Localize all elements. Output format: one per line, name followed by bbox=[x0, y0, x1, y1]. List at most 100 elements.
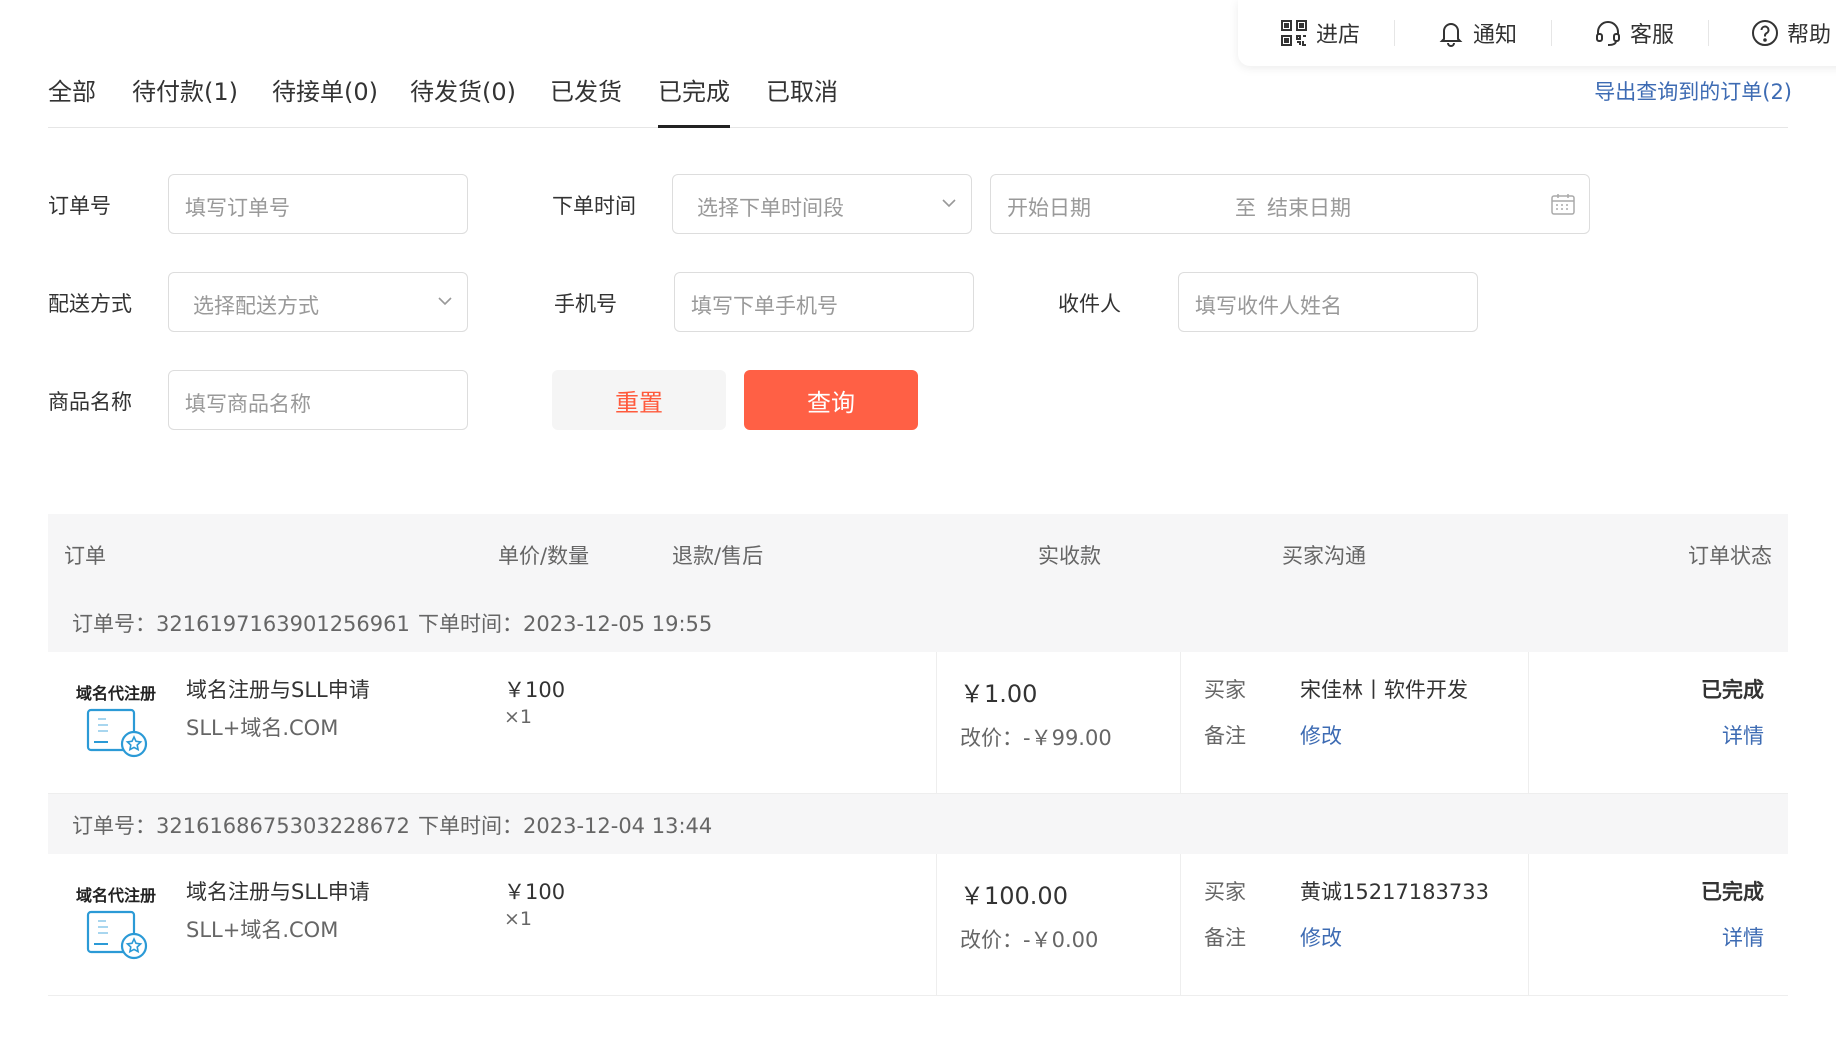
date-separator: 至 bbox=[1235, 196, 1256, 220]
end-date-placeholder: 结束日期 bbox=[1267, 196, 1351, 220]
unit-price: ￥100 bbox=[504, 678, 566, 702]
product-name[interactable]: 域名注册与SLL申请 bbox=[186, 876, 370, 906]
receiver-input[interactable]: 填写收件人姓名 bbox=[1178, 272, 1478, 332]
tab-pending-payment[interactable]: 待付款(1) bbox=[132, 72, 238, 128]
bell-icon bbox=[1437, 19, 1465, 47]
order-detail-link[interactable]: 详情 bbox=[1722, 720, 1764, 750]
remark-label: 备注 bbox=[1204, 724, 1246, 748]
order-status: 已完成 bbox=[1701, 678, 1764, 702]
product-name-label: 商品名称 bbox=[48, 390, 132, 414]
tab-all[interactable]: 全部 bbox=[48, 72, 96, 128]
chevron-down-icon bbox=[438, 297, 452, 306]
order-time-label: 下单时间 bbox=[552, 194, 636, 218]
order-no-label: 订单号 bbox=[48, 194, 111, 218]
column-divider bbox=[1528, 652, 1529, 794]
phone-label: 手机号 bbox=[554, 292, 617, 316]
notification-label: 通知 bbox=[1473, 23, 1518, 48]
start-date-placeholder: 开始日期 bbox=[1007, 196, 1091, 220]
product-name-placeholder: 填写商品名称 bbox=[185, 392, 311, 416]
product-spec: SLL+域名.COM bbox=[186, 716, 339, 740]
enter-store-label: 进店 bbox=[1316, 23, 1361, 48]
order-detail-link[interactable]: 详情 bbox=[1722, 922, 1764, 952]
order-time: 下单时间：2023-12-05 19:55 bbox=[418, 612, 713, 636]
export-orders-link[interactable]: 导出查询到的订单(2) bbox=[1594, 76, 1792, 106]
help-button[interactable]: 帮助 bbox=[1709, 18, 1836, 48]
receiver-label: 收件人 bbox=[1058, 292, 1121, 316]
delivery-label: 配送方式 bbox=[48, 292, 132, 316]
delivery-placeholder: 选择配送方式 bbox=[193, 294, 319, 318]
delivery-select[interactable]: 选择配送方式 bbox=[168, 272, 468, 332]
order-row: 域名代注册 域名注册与SLL申请 SLL+域名.COM ￥100 ×1 ￥100… bbox=[48, 854, 1788, 996]
column-divider bbox=[936, 652, 937, 794]
edit-remark-link[interactable]: 修改 bbox=[1300, 720, 1342, 750]
col-paid: 实收款 bbox=[1038, 544, 1101, 568]
buyer-label: 买家 bbox=[1204, 678, 1246, 702]
product-thumbnail: 域名代注册 bbox=[76, 882, 172, 972]
price-change: 改价：-￥99.00 bbox=[960, 726, 1112, 750]
tab-pending-shipment[interactable]: 待发货(0) bbox=[410, 72, 516, 128]
quantity: ×1 bbox=[504, 706, 533, 728]
tab-cancelled[interactable]: 已取消 bbox=[766, 72, 838, 128]
col-refund: 退款/售后 bbox=[672, 544, 764, 568]
order-status-tabs: 全部 待付款(1) 待接单(0) 待发货(0) 已发货 已完成 已取消 导出查询… bbox=[48, 66, 1792, 128]
domain-cert-icon bbox=[86, 910, 148, 960]
phone-placeholder: 填写下单手机号 bbox=[691, 294, 838, 318]
tab-pending-accept[interactable]: 待接单(0) bbox=[272, 72, 378, 128]
order-header: 订单号：3216168675303228672 下单时间：2023-12-04 … bbox=[48, 794, 1788, 854]
tab-completed[interactable]: 已完成 bbox=[658, 72, 730, 128]
column-divider bbox=[1180, 854, 1181, 996]
order-row: 域名代注册 域名注册与SLL申请 SLL+域名.COM ￥100 ×1 ￥1.0… bbox=[48, 652, 1788, 794]
help-label: 帮助 bbox=[1787, 23, 1832, 48]
price-change: 改价：-￥0.00 bbox=[960, 928, 1099, 952]
reset-button[interactable]: 重置 bbox=[552, 370, 726, 430]
tab-shipped[interactable]: 已发货 bbox=[550, 72, 622, 128]
order-no-input[interactable]: 填写订单号 bbox=[168, 174, 468, 234]
buyer-name: 宋佳林丨软件开发 bbox=[1300, 678, 1468, 702]
column-divider bbox=[936, 854, 937, 996]
order-table-header: 订单 单价/数量 退款/售后 实收款 买家沟通 订单状态 bbox=[48, 514, 1788, 592]
order-status: 已完成 bbox=[1701, 880, 1764, 904]
order-time-select[interactable]: 选择下单时间段 bbox=[672, 174, 972, 234]
paid-amount: ￥1.00 bbox=[960, 680, 1038, 708]
product-spec: SLL+域名.COM bbox=[186, 918, 339, 942]
receiver-placeholder: 填写收件人姓名 bbox=[1195, 294, 1342, 318]
top-toolbar: 进店 通知 客服 帮助 bbox=[1238, 0, 1836, 66]
notification-button[interactable]: 通知 bbox=[1395, 18, 1517, 48]
order-time-placeholder: 选择下单时间段 bbox=[697, 196, 844, 220]
buyer-label: 买家 bbox=[1204, 880, 1246, 904]
enter-store-button[interactable]: 进店 bbox=[1238, 18, 1360, 48]
order-header: 订单号：3216197163901256961 下单时间：2023-12-05 … bbox=[48, 592, 1788, 652]
phone-input[interactable]: 填写下单手机号 bbox=[674, 272, 974, 332]
customer-service-label: 客服 bbox=[1630, 23, 1675, 48]
paid-amount: ￥100.00 bbox=[960, 882, 1068, 910]
order-time: 下单时间：2023-12-04 13:44 bbox=[418, 814, 713, 838]
product-name[interactable]: 域名注册与SLL申请 bbox=[186, 674, 370, 704]
calendar-icon bbox=[1551, 194, 1575, 215]
column-divider bbox=[1180, 652, 1181, 794]
help-circle-icon bbox=[1751, 19, 1779, 47]
edit-remark-link[interactable]: 修改 bbox=[1300, 922, 1342, 952]
product-name-input[interactable]: 填写商品名称 bbox=[168, 370, 468, 430]
order-no-placeholder: 填写订单号 bbox=[185, 196, 290, 220]
col-buyer: 买家沟通 bbox=[1282, 544, 1366, 568]
chevron-down-icon bbox=[942, 199, 956, 208]
headset-icon bbox=[1594, 19, 1622, 47]
quantity: ×1 bbox=[504, 908, 533, 930]
product-logo-text: 域名代注册 bbox=[76, 886, 157, 905]
order-management-page: 进店 通知 客服 帮助 全部 待付款(1) 待接单(0) 待发货(0) 已发货 … bbox=[0, 0, 1836, 1045]
date-range-picker[interactable]: 开始日期 至 结束日期 bbox=[990, 174, 1590, 234]
column-divider bbox=[1528, 854, 1529, 996]
col-status: 订单状态 bbox=[1688, 544, 1772, 568]
buyer-name: 黄诚15217183733 bbox=[1300, 880, 1489, 904]
qrcode-icon bbox=[1280, 19, 1308, 47]
col-order: 订单 bbox=[64, 544, 106, 568]
domain-cert-icon bbox=[86, 708, 148, 758]
product-logo-text: 域名代注册 bbox=[76, 684, 157, 703]
query-button[interactable]: 查询 bbox=[744, 370, 918, 430]
product-thumbnail: 域名代注册 bbox=[76, 680, 172, 770]
col-price-qty: 单价/数量 bbox=[498, 544, 590, 568]
remark-label: 备注 bbox=[1204, 926, 1246, 950]
order-number: 订单号：3216168675303228672 bbox=[72, 814, 410, 838]
customer-service-button[interactable]: 客服 bbox=[1552, 18, 1674, 48]
unit-price: ￥100 bbox=[504, 880, 566, 904]
